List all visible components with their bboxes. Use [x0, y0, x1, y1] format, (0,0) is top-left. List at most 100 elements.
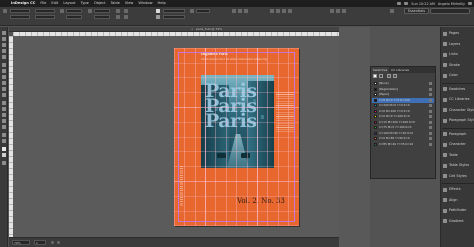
dock-item-pathfinder[interactable]: Pathfinder	[441, 206, 474, 215]
flip-horizontal-icon[interactable]	[116, 9, 120, 13]
align-left-icon[interactable]	[330, 9, 334, 13]
eyedropper-tool-icon[interactable]	[2, 125, 6, 129]
preflight-status-icon[interactable]	[51, 241, 54, 244]
align-center-icon[interactable]	[336, 9, 340, 13]
masthead-frame[interactable]: Paris Paris Paris	[205, 82, 275, 131]
dock-item-swatches[interactable]: Swatches	[441, 85, 474, 94]
opacity-field[interactable]	[196, 9, 210, 13]
dock-item-align[interactable]: Align	[441, 196, 474, 205]
menu-edit[interactable]: Edit	[51, 0, 58, 7]
dock-item-stroke[interactable]: Stroke	[441, 61, 474, 70]
pencil-tool-icon[interactable]	[2, 81, 6, 85]
gradient-tool-icon[interactable]	[2, 113, 6, 117]
dock-item-character-styles[interactable]: Character Styles	[441, 106, 474, 115]
flip-vertical-icon[interactable]	[116, 15, 120, 19]
effects-icon[interactable]	[190, 9, 194, 13]
help-search-input[interactable]	[430, 8, 470, 14]
swatch-row[interactable]: C=0 M=100 Y=0 K=0	[372, 109, 434, 114]
dock-item-gradient[interactable]: Gradient	[441, 217, 474, 226]
height-field[interactable]	[35, 15, 55, 19]
stroke-proxy-icon[interactable]	[379, 74, 383, 78]
dock-item-paragraph[interactable]: Paragraph	[441, 130, 474, 139]
swatch-row[interactable]: [Paper]	[372, 92, 434, 97]
rectangle-frame-tool-icon[interactable]	[2, 87, 6, 91]
direct-selection-tool-icon[interactable]	[2, 37, 6, 41]
fit-frame-icon[interactable]	[282, 9, 286, 13]
menu-clock[interactable]: Sun 10:22 AM	[411, 2, 435, 6]
stroke-swatch-icon[interactable]	[156, 15, 160, 19]
menu-table[interactable]: Table	[111, 0, 120, 7]
select-content-icon[interactable]	[124, 15, 128, 19]
center-content-icon[interactable]	[288, 9, 292, 13]
screen-mode-icon[interactable]	[2, 161, 6, 165]
dock-item-table[interactable]: Table	[441, 151, 474, 160]
tab-swatches[interactable]: Swatches	[371, 67, 390, 73]
type-tool-icon[interactable]	[2, 63, 6, 67]
cover-headline-frame[interactable]: Highfield Paris lorem ipsum dolor sit am…	[201, 52, 271, 61]
selection-tool-icon[interactable]	[2, 31, 6, 35]
menu-help[interactable]: Help	[158, 0, 166, 7]
menu-user[interactable]: Angelo Mirhelliy	[438, 2, 465, 6]
publish-online-icon[interactable]	[390, 9, 394, 13]
workspace-switcher[interactable]: Essentials	[404, 8, 429, 14]
rotate-icon[interactable]	[88, 9, 92, 13]
cover-side-text-frame[interactable]	[276, 92, 294, 132]
swatch-row[interactable]: C=85 M=40 Y=35 K=10	[372, 142, 434, 147]
text-wrap-icon[interactable]	[232, 9, 236, 13]
fill-swatch-icon[interactable]	[156, 9, 160, 13]
shear-field[interactable]	[94, 15, 110, 19]
swatch-row[interactable]: C=75 M=5 Y=100 K=0	[372, 125, 434, 130]
swatch-row[interactable]: C=100 M=0 Y=0 K=0	[372, 103, 434, 108]
dock-item-pages[interactable]: Pages	[441, 29, 474, 38]
swatch-row[interactable]: C=0 M=0 Y=0 K=100	[372, 97, 434, 103]
stroke-weight-field[interactable]	[163, 15, 185, 19]
pasteboard[interactable]: Highfield Paris lorem ipsum dolor sit am…	[13, 36, 339, 237]
select-container-icon[interactable]	[124, 9, 128, 13]
rectangle-tool-icon[interactable]	[2, 93, 6, 97]
tab-cc-libraries[interactable]: CC Libraries	[389, 67, 411, 73]
zoom-level-field[interactable]: 79%	[12, 240, 30, 245]
text-wrap-shape-icon[interactable]	[244, 9, 248, 13]
swatch-row[interactable]: C=100 M=90 Y=10 K=0	[372, 131, 434, 136]
fit-content-icon[interactable]	[276, 9, 280, 13]
content-collector-icon[interactable]	[2, 55, 6, 59]
spotlight-icon[interactable]	[468, 2, 472, 5]
fill-dropdown[interactable]	[163, 9, 185, 13]
align-right-icon[interactable]	[342, 9, 346, 13]
swatch-row[interactable]: [None]	[372, 81, 434, 86]
dock-item-links[interactable]: Links	[441, 50, 474, 59]
dock-item-table-styles[interactable]: Table Styles	[441, 161, 474, 170]
zoom-tool-icon[interactable]	[2, 139, 6, 143]
note-tool-icon[interactable]	[2, 119, 6, 123]
menu-type[interactable]: Type	[81, 0, 89, 7]
reference-point-icon[interactable]	[3, 9, 7, 13]
battery-icon[interactable]	[404, 2, 409, 5]
close-tab-icon[interactable]: ×	[191, 28, 194, 31]
line-tool-icon[interactable]	[2, 69, 6, 73]
dock-item-cell-styles[interactable]: Cell Styles	[441, 172, 474, 181]
scissors-tool-icon[interactable]	[2, 101, 6, 105]
dock-item-character[interactable]: Character	[441, 140, 474, 149]
swatch-row[interactable]: C=0 M=65 Y=90 K=0	[372, 136, 434, 141]
menu-object[interactable]: Object	[94, 0, 106, 7]
gap-tool-icon[interactable]	[2, 49, 6, 53]
swatch-row[interactable]: C=0 M=0 Y=100 K=0	[372, 114, 434, 119]
dock-item-layers[interactable]: Layers	[441, 40, 474, 49]
cover-spine-text-frame[interactable]	[180, 166, 183, 206]
stroke-icon[interactable]	[2, 153, 6, 157]
dock-item-color[interactable]: Color	[441, 71, 474, 80]
y-field[interactable]	[10, 15, 30, 19]
menu-app[interactable]: InDesign CC	[11, 0, 35, 7]
dock-item-paragraph-styles[interactable]: Paragraph Styles	[441, 116, 474, 125]
document-page[interactable]: Highfield Paris lorem ipsum dolor sit am…	[174, 48, 299, 226]
hand-tool-icon[interactable]	[2, 133, 6, 137]
page-tool-icon[interactable]	[2, 43, 6, 47]
dock-item-effects[interactable]: Effects	[441, 185, 474, 194]
apple-icon[interactable]	[3, 1, 9, 6]
pasteboard-right[interactable]	[339, 27, 370, 247]
preflight-menu-icon[interactable]	[57, 241, 60, 244]
swatches-panel[interactable]: Swatches CC Libraries [None] [Registratio…	[370, 66, 436, 179]
menu-layout[interactable]: Layout	[63, 0, 75, 7]
rotate-field[interactable]	[94, 9, 110, 13]
dock-item-cc-libraries[interactable]: CC Libraries	[441, 95, 474, 104]
